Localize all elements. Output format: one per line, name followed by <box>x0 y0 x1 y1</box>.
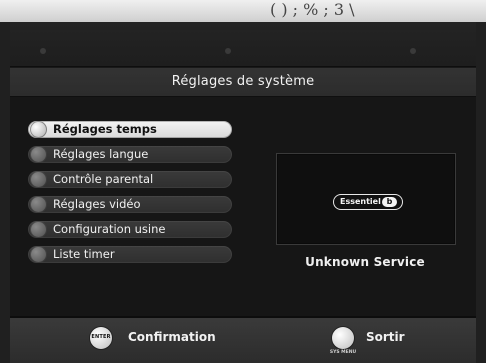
settings-menu: Réglages temps Réglages langue Contrôle … <box>28 121 238 321</box>
video-icon <box>30 196 47 213</box>
enter-key-label: ENTER <box>91 334 111 340</box>
screen-bezel-left <box>0 22 10 363</box>
brand-text: Essentiel <box>340 197 381 206</box>
screen-bezel-right <box>476 22 486 363</box>
photo-paper: ( ) ; % ; 3 \ <box>0 0 486 22</box>
handwritten-scribble: ( ) ; % ; 3 \ <box>270 0 355 19</box>
menu-item-label: Réglages langue <box>53 147 149 161</box>
menu-item-controle-parental[interactable]: Contrôle parental <box>28 171 232 188</box>
menu-item-reglages-video[interactable]: Réglages vidéo <box>28 196 232 213</box>
menu-item-liste-timer[interactable]: Liste timer <box>28 246 232 263</box>
menu-item-label: Liste timer <box>53 247 115 261</box>
menu-item-label: Contrôle parental <box>53 172 154 186</box>
menu-item-label: Configuration usine <box>53 222 166 236</box>
status-dot <box>410 48 416 54</box>
footer-help-bar: ENTER Confirmation SYS MENU Sortir <box>10 318 476 363</box>
parental-lock-icon <box>30 171 47 188</box>
factory-reset-icon <box>30 221 47 238</box>
enter-button-icon: ENTER <box>90 327 112 349</box>
video-preview: Essentiel b <box>276 153 456 245</box>
top-status-bar <box>10 22 476 67</box>
status-dot <box>225 48 231 54</box>
settings-panel: Réglages temps Réglages langue Contrôle … <box>10 96 476 318</box>
sys-menu-button-icon <box>332 327 354 349</box>
language-icon <box>30 146 47 163</box>
menu-item-reglages-temps[interactable]: Réglages temps <box>28 121 232 138</box>
page-title: Réglages de système <box>171 74 315 89</box>
exit-label: Sortir <box>366 330 405 344</box>
timer-list-icon <box>30 246 47 263</box>
confirm-label: Confirmation <box>128 330 216 344</box>
brand-badge-icon: b <box>382 197 397 207</box>
status-dot <box>40 48 46 54</box>
menu-item-reglages-langue[interactable]: Réglages langue <box>28 146 232 163</box>
clock-icon <box>30 121 47 138</box>
service-label: Unknown Service <box>305 255 425 269</box>
menu-item-label: Réglages vidéo <box>53 197 141 211</box>
tv-screen: Réglages de système Réglages temps Régla… <box>10 22 476 363</box>
menu-item-configuration-usine[interactable]: Configuration usine <box>28 221 232 238</box>
title-bar: Réglages de système <box>10 68 476 96</box>
brand-logo: Essentiel b <box>333 194 403 210</box>
menu-item-label: Réglages temps <box>53 122 157 136</box>
sys-menu-key-label: SYS MENU <box>329 350 357 355</box>
